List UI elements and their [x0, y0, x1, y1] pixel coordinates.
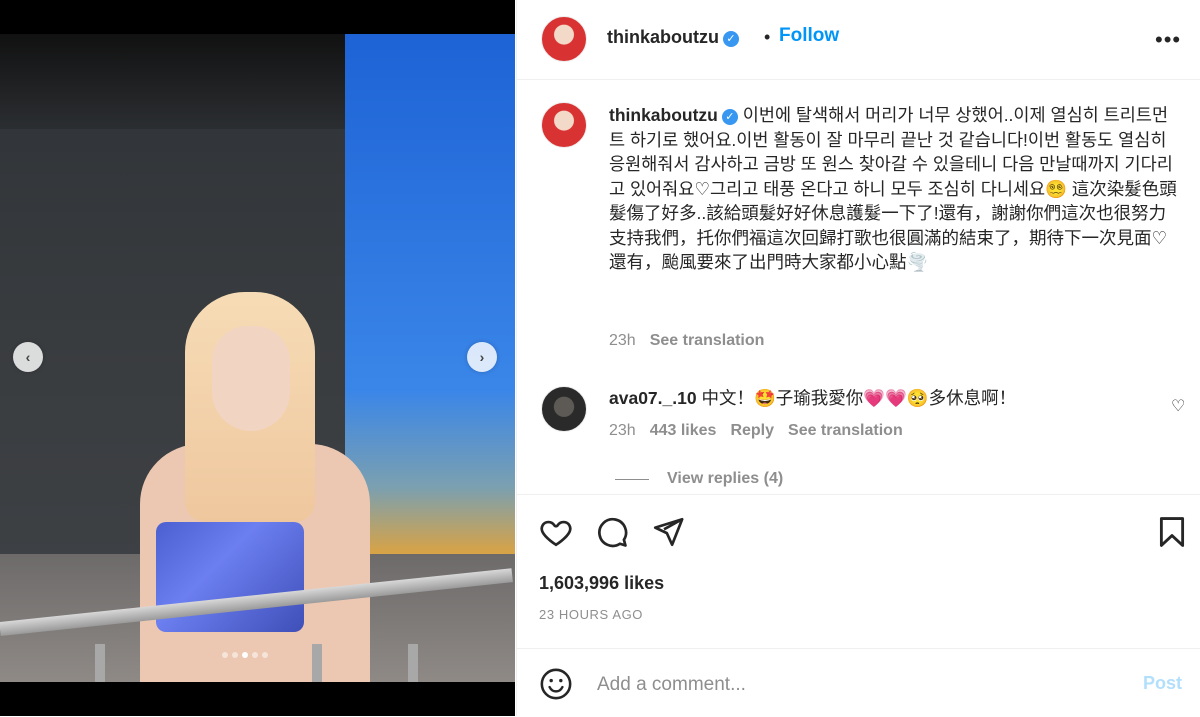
author-avatar[interactable] [541, 16, 587, 62]
post-header: thinkaboutzu ✓ • Follow ••• [517, 0, 1200, 80]
carousel-dot [252, 652, 258, 658]
post-caption: thinkaboutzu ✓ 이번에 탈색해서 머리가 너무 상했어..이제 열심… [609, 103, 1179, 275]
comment-time: 23h [609, 422, 636, 439]
carousel-dot [232, 652, 238, 658]
comment-icon[interactable] [595, 515, 629, 549]
photo-rail-post [95, 644, 105, 682]
comment-see-translation-link[interactable]: See translation [788, 422, 903, 440]
share-icon[interactable] [651, 515, 685, 549]
photo-rail-post [312, 644, 322, 682]
view-replies-button[interactable]: View replies (4) [615, 470, 783, 488]
carousel-dot [262, 652, 268, 658]
caption-author-avatar[interactable] [541, 102, 587, 148]
carousel-dot-active [242, 652, 248, 658]
author-username-row: thinkaboutzu ✓ [607, 27, 739, 48]
commenter-avatar[interactable] [541, 386, 587, 432]
view-replies-label: View replies (4) [667, 470, 784, 487]
comment-reply-button[interactable]: Reply [730, 422, 774, 440]
comment-username[interactable]: ava07._.10 [609, 388, 697, 408]
post-comment-button[interactable]: Post [1143, 673, 1182, 694]
post-photo [0, 34, 515, 682]
comment-text: 中文！🤩子瑜我愛你💗💗🥺多休息啊！ [701, 388, 1017, 408]
post-actions: 1,603,996 likes 23 HOURS AGO [517, 494, 1200, 645]
comment-input[interactable] [595, 671, 1119, 699]
carousel-dot [222, 652, 228, 658]
bookmark-icon[interactable] [1155, 515, 1189, 549]
more-options-icon[interactable]: ••• [1155, 27, 1181, 53]
comments-section[interactable]: thinkaboutzu ✓ 이번에 탈색해서 머리가 너무 상했어..이제 열심… [517, 80, 1200, 493]
view-replies-line [615, 478, 649, 480]
heart-icon[interactable] [539, 515, 573, 549]
photo-rail-post [408, 644, 418, 682]
verified-icon: ✓ [722, 31, 739, 47]
comment-item: ava07._.10 中文！🤩子瑜我愛你💗💗🥺多休息啊！ [609, 386, 1016, 410]
carousel-prev-button[interactable]: ‹ [13, 342, 43, 372]
caption-time: 23h [609, 332, 636, 349]
caption-meta: 23h See translation [609, 332, 764, 350]
emoji-icon[interactable] [539, 667, 573, 701]
carousel-next-button[interactable]: › [467, 342, 497, 372]
chevron-left-icon: ‹ [25, 349, 31, 365]
post-side-panel: thinkaboutzu ✓ • Follow ••• thinkaboutzu ✓… [516, 0, 1200, 716]
caption-text: 이번에 탈색해서 머리가 너무 상했어..이제 열심히 트리트먼트 하기로 했어… [609, 105, 1177, 272]
add-comment-bar: Post [517, 648, 1200, 717]
follow-button[interactable]: Follow [779, 25, 839, 47]
comment-like-heart-icon[interactable]: ♡ [1171, 396, 1185, 416]
caption-username[interactable]: thinkaboutzu [609, 105, 718, 125]
author-username[interactable]: thinkaboutzu [607, 27, 719, 47]
carousel-dots [222, 652, 268, 658]
chevron-right-icon: › [479, 349, 485, 365]
header-separator: • [764, 27, 771, 47]
caption-see-translation-link[interactable]: See translation [650, 332, 765, 350]
comment-likes-link[interactable]: 443 likes [650, 422, 717, 440]
photo-person-face [212, 326, 290, 431]
likes-count[interactable]: 1,603,996 likes [539, 573, 664, 594]
comment-meta: 23h 443 likes Reply See translation [609, 422, 903, 440]
post-media: ‹ › [0, 0, 515, 716]
verified-icon: ✓ [721, 109, 738, 125]
post-timestamp: 23 HOURS AGO [539, 607, 644, 622]
